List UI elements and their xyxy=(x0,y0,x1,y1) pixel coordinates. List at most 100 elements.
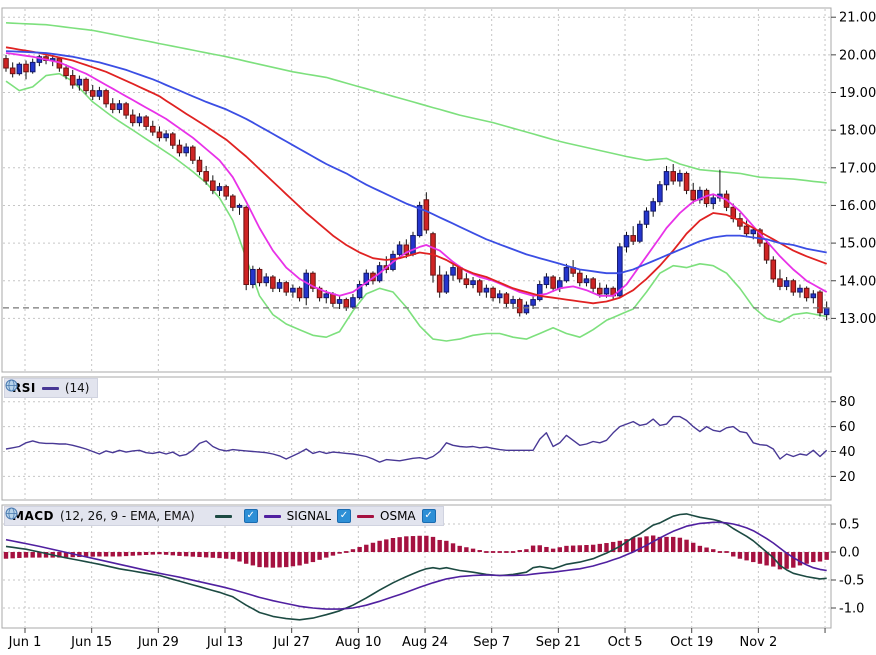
candle-down xyxy=(9,67,16,75)
candle-up xyxy=(276,282,283,289)
signal-line-sample xyxy=(263,514,281,518)
osma-bar xyxy=(163,552,169,555)
osma-bar xyxy=(544,546,549,552)
osma-bar xyxy=(237,552,242,562)
candle-down xyxy=(69,75,76,86)
osma-bar xyxy=(137,552,142,556)
rsi-settings-globe-icon[interactable] xyxy=(5,379,18,392)
x-axis-tick-label: Aug 24 xyxy=(402,635,448,650)
candle-down xyxy=(330,293,336,304)
candle-down xyxy=(3,58,9,69)
axis-tick-label: 14.00 xyxy=(839,274,876,289)
osma-bar xyxy=(677,537,683,552)
osma-bar xyxy=(23,552,29,558)
rsi-legend: RSI (14) xyxy=(4,378,98,398)
candle-down xyxy=(763,242,770,261)
candle-up xyxy=(543,276,550,286)
osma-bar xyxy=(397,537,402,552)
candle-down xyxy=(516,299,523,314)
axis-tick-label: 16.00 xyxy=(839,199,876,214)
osma-bar xyxy=(143,552,149,555)
axis-tick-label: 20.00 xyxy=(839,48,876,63)
osma-bar xyxy=(757,552,763,564)
macd-settings-globe-icon[interactable] xyxy=(5,507,18,520)
candle-down xyxy=(817,291,823,314)
candle-up xyxy=(263,276,270,284)
osma-bar xyxy=(517,550,522,552)
x-axis-tick-label: Oct 19 xyxy=(670,635,713,650)
osma-bar xyxy=(424,535,429,552)
candle-down xyxy=(550,276,556,289)
chart-canvas[interactable]: 21.00 20.00 19.00 18.00 17.00 16.00 15.00 14.00… xyxy=(0,0,876,655)
signal-series-label: SIGNAL xyxy=(286,509,331,523)
trading-chart-window: 21.00 20.00 19.00 18.00 17.00 16.00 15.00 14.00… xyxy=(0,0,876,655)
osma-bar xyxy=(470,548,476,552)
osma-bar xyxy=(370,542,376,552)
osma-bar xyxy=(444,540,449,552)
candle-up xyxy=(303,272,310,299)
candle-down xyxy=(203,171,209,182)
candle-up xyxy=(116,103,123,110)
osma-bar xyxy=(337,552,342,554)
osma-bar xyxy=(30,552,35,558)
candle-down xyxy=(590,278,596,289)
candle-down xyxy=(597,287,603,295)
candle-down xyxy=(683,172,690,191)
osma-bar xyxy=(110,552,115,557)
candle-down xyxy=(456,267,463,280)
osma-bar xyxy=(90,552,95,557)
osma-series-label: OSMA xyxy=(380,509,416,523)
candle-down xyxy=(223,186,229,197)
osma-bar xyxy=(377,540,382,552)
signal-line-checkbox[interactable]: ✓ xyxy=(337,509,351,523)
osma-bar xyxy=(504,551,509,553)
candle-down xyxy=(777,278,783,287)
candle-up xyxy=(623,235,630,248)
x-axis-tick-label: Jun 1 xyxy=(8,635,42,650)
candle-down xyxy=(156,131,163,139)
osma-bar xyxy=(751,552,756,563)
candle-up xyxy=(483,287,490,293)
macd-legend: MACD (12, 26, 9 - EMA, EMA) ✓ SIGNAL ✓ O… xyxy=(4,506,444,526)
osma-bar xyxy=(230,552,236,560)
candle-up xyxy=(250,268,256,286)
candle-up xyxy=(29,61,36,73)
osma-bar xyxy=(557,547,562,552)
candle-up xyxy=(677,172,683,182)
osma-bar xyxy=(630,537,636,552)
candle-down xyxy=(490,287,496,299)
macd-legend-title: MACD xyxy=(12,509,54,523)
x-axis-tick-label: Sep 7 xyxy=(473,635,510,650)
candle-down xyxy=(576,272,583,284)
candle-up xyxy=(470,280,476,286)
osma-bar xyxy=(183,552,189,557)
candle-down xyxy=(770,259,777,280)
panel-area[interactable] xyxy=(1,376,832,501)
candle-down xyxy=(23,63,29,73)
osma-bar xyxy=(177,552,182,556)
osma-bar xyxy=(464,547,469,552)
osma-bar xyxy=(731,552,736,557)
osma-bar xyxy=(477,550,482,552)
osma-bar xyxy=(530,545,536,552)
candle-down xyxy=(343,299,350,308)
osma-bar xyxy=(497,551,502,553)
osma-bar xyxy=(811,552,816,563)
macd-line-checkbox[interactable]: ✓ xyxy=(243,509,258,523)
osma-bar xyxy=(570,545,576,552)
axis-tick-label: 17.00 xyxy=(839,161,876,176)
axis-tick-label: 20 xyxy=(839,470,856,485)
candle-up xyxy=(603,287,610,295)
osma-bar xyxy=(324,552,329,558)
osma-bar xyxy=(103,552,109,557)
osma-checkbox[interactable]: ✓ xyxy=(421,509,436,523)
osma-bar xyxy=(257,552,262,568)
osma-bar xyxy=(357,546,362,552)
candle-up xyxy=(216,186,223,191)
osma-bar xyxy=(484,551,489,553)
candle-down xyxy=(283,282,290,293)
candle-down xyxy=(463,278,470,286)
candle-down xyxy=(803,287,810,299)
osma-bar xyxy=(824,552,829,560)
x-axis: Jun 1 Jun 15 Jun 29 Jul 13 Jul 27 Aug 10 Aug 2… xyxy=(8,628,826,650)
